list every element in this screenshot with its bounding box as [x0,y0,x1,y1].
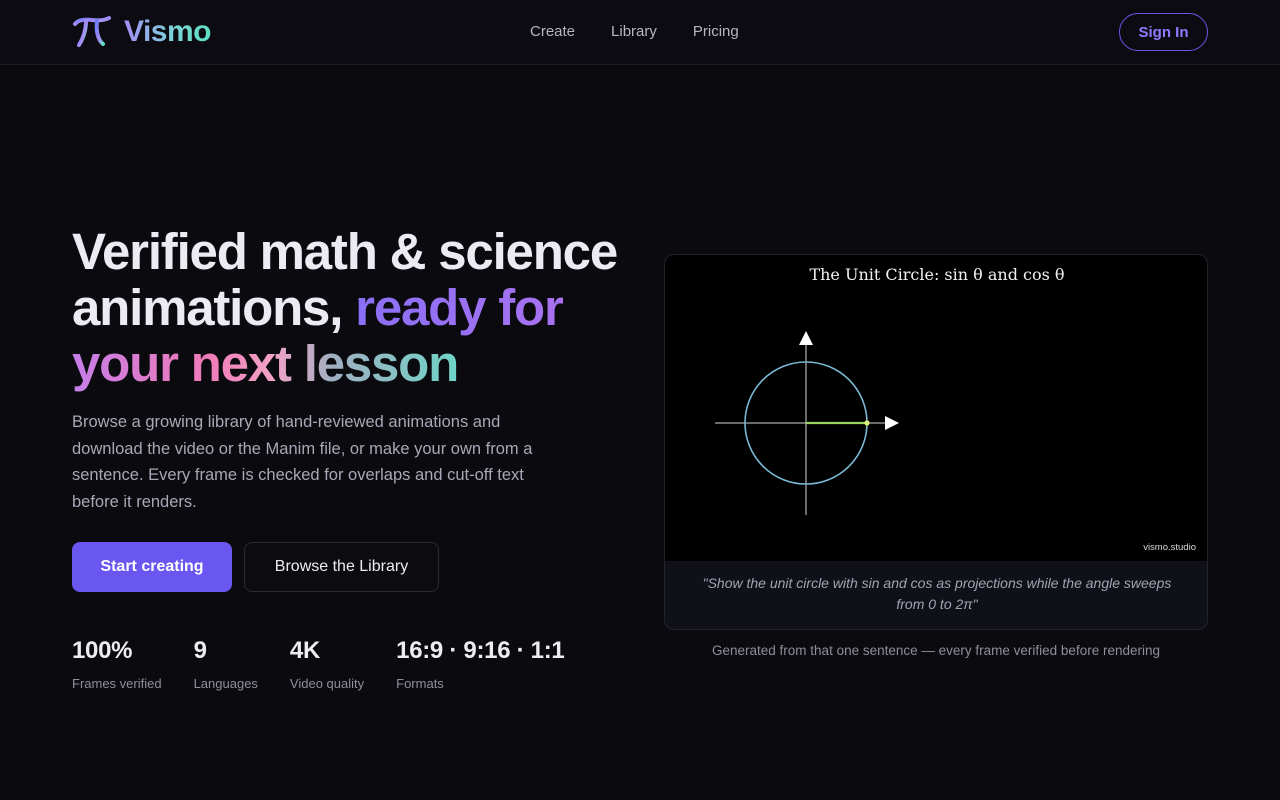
angle-point [864,420,870,426]
animation-preview-card: The Unit Circle: sin θ and cos θ vismo.s… [664,254,1208,630]
unit-circle-animation [715,331,899,515]
watermark: vismo.studio [1143,542,1196,553]
nav-create[interactable]: Create [530,21,575,43]
brand-logo[interactable]: Vismo [72,14,212,50]
sign-in-button[interactable]: Sign In [1119,13,1208,51]
nav-pricing[interactable]: Pricing [693,21,739,43]
hero-title-accent-2: your next lesson [72,335,459,392]
stat-label: Frames verified [72,676,162,691]
hero-description: Browse a growing library of hand-reviewe… [72,413,533,511]
x-axis-arrow-icon [885,416,899,430]
start-creating-button[interactable]: Start creating [72,542,232,592]
stats-row: 100% Frames verified 9 Languages 4K Vide… [72,636,596,692]
pi-logo-icon [73,16,111,47]
stat-value: 100% [72,637,133,664]
y-axis-arrow-icon [799,331,813,345]
stat-label: Video quality [289,676,365,691]
stat-label: Languages [193,676,258,691]
main-nav: Create Library Pricing [530,21,739,43]
brand-name: Vismo [124,15,212,48]
stat-value: 16:9 · 9:16 · 1:1 [396,637,565,664]
stat-value: 9 [193,637,207,664]
stat-frames: 100% Frames verified [72,636,162,692]
stat-label: Formats [396,676,444,691]
stat-quality: 4K Video quality [290,636,364,692]
stat-languages: 9 Languages [194,636,258,692]
browse-library-button[interactable]: Browse the Library [244,542,439,592]
prompt-text: "Show the unit circle with sin and cos a… [702,575,1172,612]
top-nav-bar: Vismo Create Library Pricing Sign In [0,0,1280,65]
animation-video-frame[interactable]: The Unit Circle: sin θ and cos θ vismo.s… [665,255,1207,561]
hero-title: Verified math & science animations, read… [72,224,652,392]
preview-caption: Generated from that one sentence — every… [712,643,1160,658]
hero-title-accent-1: ready for [355,279,564,336]
nav-library[interactable]: Library [611,21,657,43]
stat-value: 4K [289,637,321,664]
stat-formats: 16:9 · 9:16 · 1:1 Formats [396,636,565,692]
